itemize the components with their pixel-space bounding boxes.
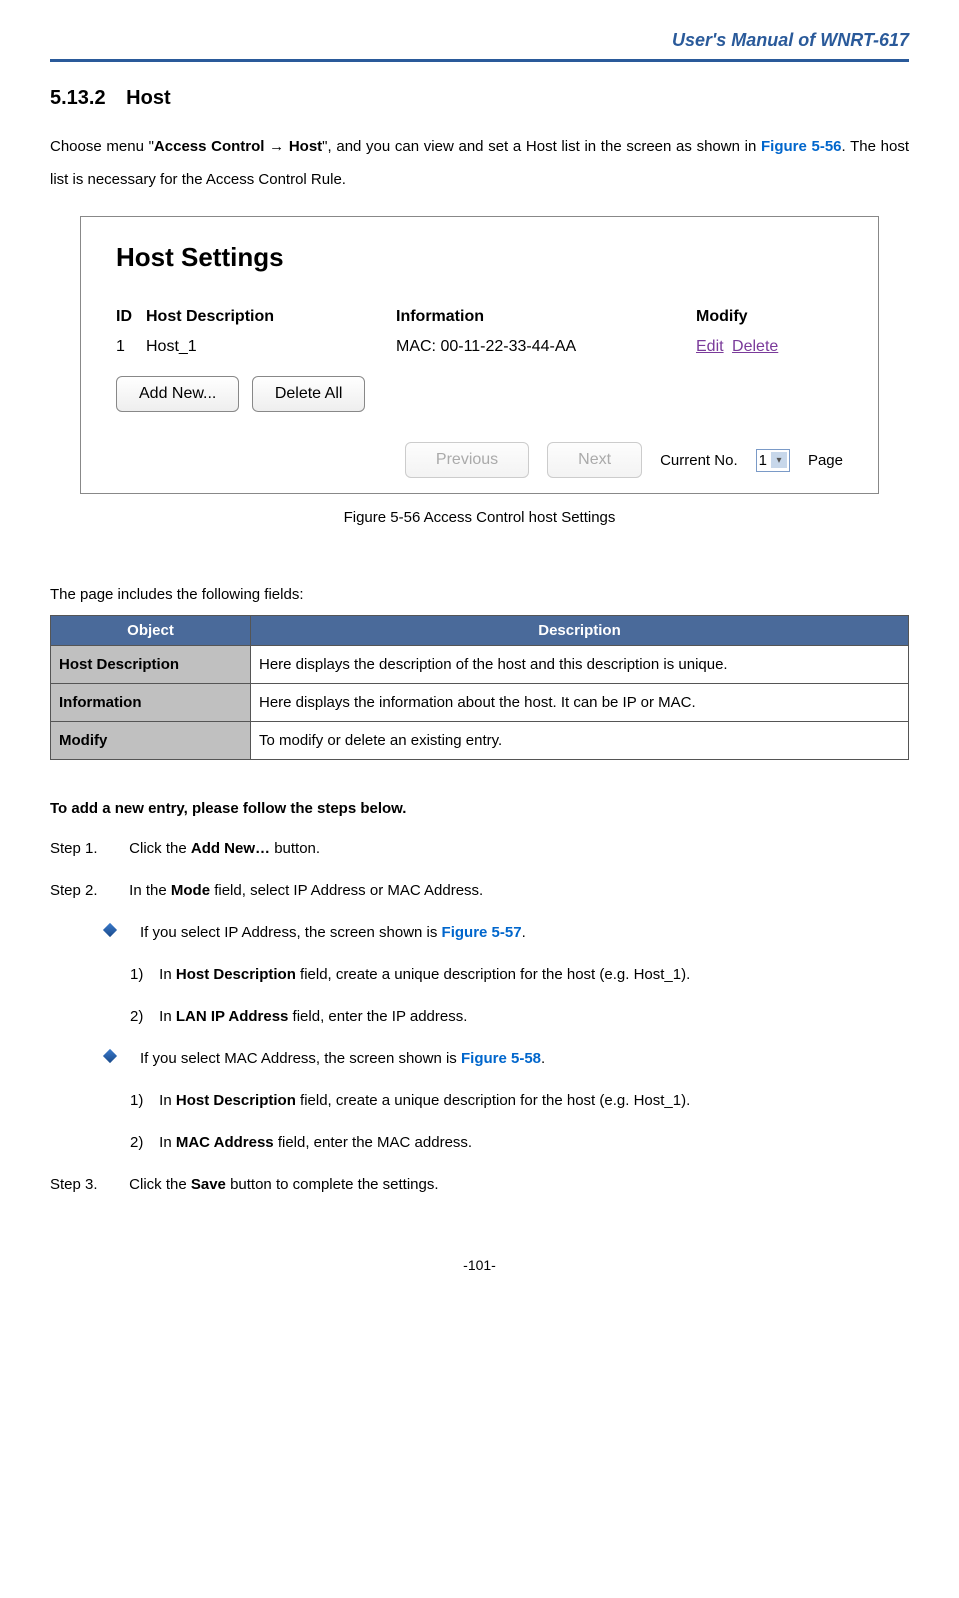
item-bold: Host Description (176, 1092, 296, 1109)
item-bold: Host Description (176, 966, 296, 983)
item-text: In (159, 1092, 176, 1109)
numbered-item: 1) In Host Description field, create a u… (130, 1089, 909, 1113)
item-bold: LAN IP Address (176, 1008, 289, 1025)
delete-link[interactable]: Delete (732, 338, 778, 355)
item-number: 2) (130, 1131, 155, 1155)
col-desc-header: Host Description (146, 308, 396, 326)
table-row: Modify To modify or delete an existing e… (51, 722, 909, 760)
step-label: Step 2. (50, 879, 125, 903)
step-3: Step 3. Click the Save button to complet… (50, 1173, 909, 1197)
page-label: Page (808, 452, 843, 469)
section-heading: 5.13.2 Host (50, 87, 909, 110)
step-bold: Mode (171, 882, 210, 899)
table-row: 1 Host_1 MAC: 00-11-22-33-44-AA Edit Del… (96, 338, 863, 356)
caption-text: Access Control host Settings (420, 509, 615, 526)
button-row: Add New... Delete All (96, 376, 863, 412)
table-row: Host Description Here displays the descr… (51, 646, 909, 684)
page-select[interactable]: 1 ▾ (756, 449, 790, 472)
step-text: button. (270, 840, 320, 857)
numbered-item: 1) In Host Description field, create a u… (130, 963, 909, 987)
description-cell: Here displays the description of the hos… (251, 646, 909, 684)
figure-reference-link[interactable]: Figure 5-56 (761, 138, 842, 155)
cell-info: MAC: 00-11-22-33-44-AA (396, 338, 696, 356)
numbered-item: 2) In LAN IP Address field, enter the IP… (130, 1005, 909, 1029)
caption-figure-number: Figure 5-56 (344, 509, 421, 526)
cell-desc: Host_1 (146, 338, 396, 356)
object-cell: Host Description (51, 646, 251, 684)
bullet-text: . (541, 1050, 545, 1067)
object-cell: Information (51, 684, 251, 722)
table-header-object: Object (51, 616, 251, 646)
intro-text: ", and you can view and set a Host list … (322, 138, 761, 155)
chevron-down-icon: ▾ (771, 452, 787, 468)
item-text: field, enter the IP address. (288, 1008, 467, 1025)
bullet-item: If you select IP Address, the screen sho… (105, 921, 909, 945)
intro-bold: Access Control → Host (154, 138, 322, 155)
section-title: Host (126, 87, 170, 109)
step-2: Step 2. In the Mode field, select IP Add… (50, 879, 909, 903)
next-button[interactable]: Next (547, 442, 642, 478)
fields-table: Object Description Host Description Here… (50, 615, 909, 760)
item-text: In (159, 966, 176, 983)
cell-modify: Edit Delete (696, 338, 816, 356)
delete-all-button[interactable]: Delete All (252, 376, 366, 412)
page-number: -101- (50, 1257, 909, 1273)
numbered-item: 2) In MAC Address field, enter the MAC a… (130, 1131, 909, 1155)
bullet-text: If you select MAC Address, the screen sh… (140, 1050, 461, 1067)
step-1: Step 1. Click the Add New… button. (50, 837, 909, 861)
page-header: User's Manual of WNRT-617 (50, 30, 909, 62)
current-label: Current No. (660, 452, 738, 469)
item-bold: MAC Address (176, 1134, 274, 1151)
step-bold: Save (191, 1176, 226, 1193)
table-header-row: ID Host Description Information Modify (96, 308, 863, 326)
item-text: In (159, 1008, 176, 1025)
table-header-description: Description (251, 616, 909, 646)
item-text: field, enter the MAC address. (274, 1134, 472, 1151)
step-text: button to complete the settings. (226, 1176, 439, 1193)
step-text: field, select IP Address or MAC Address. (210, 882, 483, 899)
intro-text: Choose menu " (50, 138, 154, 155)
item-text: field, create a unique description for t… (296, 1092, 690, 1109)
object-cell: Modify (51, 722, 251, 760)
step-text: In the (129, 882, 171, 899)
col-info-header: Information (396, 308, 696, 326)
step-text: Click the (129, 840, 191, 857)
col-id-header: ID (116, 308, 146, 326)
figure-reference-link[interactable]: Figure 5-57 (442, 924, 522, 941)
step-label: Step 3. (50, 1173, 125, 1197)
step-bold: Add New… (191, 840, 270, 857)
col-modify-header: Modify (696, 308, 816, 326)
add-new-button[interactable]: Add New... (116, 376, 239, 412)
fields-intro: The page includes the following fields: (50, 586, 909, 603)
screenshot-figure: Host Settings ID Host Description Inform… (80, 216, 879, 494)
item-number: 1) (130, 1089, 155, 1113)
cell-id: 1 (116, 338, 146, 356)
figure-reference-link[interactable]: Figure 5-58 (461, 1050, 541, 1067)
item-number: 1) (130, 963, 155, 987)
item-number: 2) (130, 1005, 155, 1029)
bullet-item: If you select MAC Address, the screen sh… (105, 1047, 909, 1071)
intro-paragraph: Choose menu "Access Control → Host", and… (50, 130, 909, 196)
description-cell: To modify or delete an existing entry. (251, 722, 909, 760)
step-text: Click the (129, 1176, 191, 1193)
table-row: Information Here displays the informatio… (51, 684, 909, 722)
bullet-text: If you select IP Address, the screen sho… (140, 924, 442, 941)
figure-caption: Figure 5-56 Access Control host Settings (50, 509, 909, 526)
add-entry-title: To add a new entry, please follow the st… (50, 800, 909, 817)
section-number: 5.13.2 (50, 87, 106, 109)
description-cell: Here displays the information about the … (251, 684, 909, 722)
pagination-row: Previous Next Current No. 1 ▾ Page (96, 442, 863, 478)
step-label: Step 1. (50, 837, 125, 861)
page-select-value: 1 (759, 452, 767, 469)
item-text: In (159, 1134, 176, 1151)
screenshot-title: Host Settings (116, 242, 863, 273)
bullet-text: . (522, 924, 526, 941)
item-text: field, create a unique description for t… (296, 966, 690, 983)
edit-link[interactable]: Edit (696, 338, 724, 355)
previous-button[interactable]: Previous (405, 442, 529, 478)
